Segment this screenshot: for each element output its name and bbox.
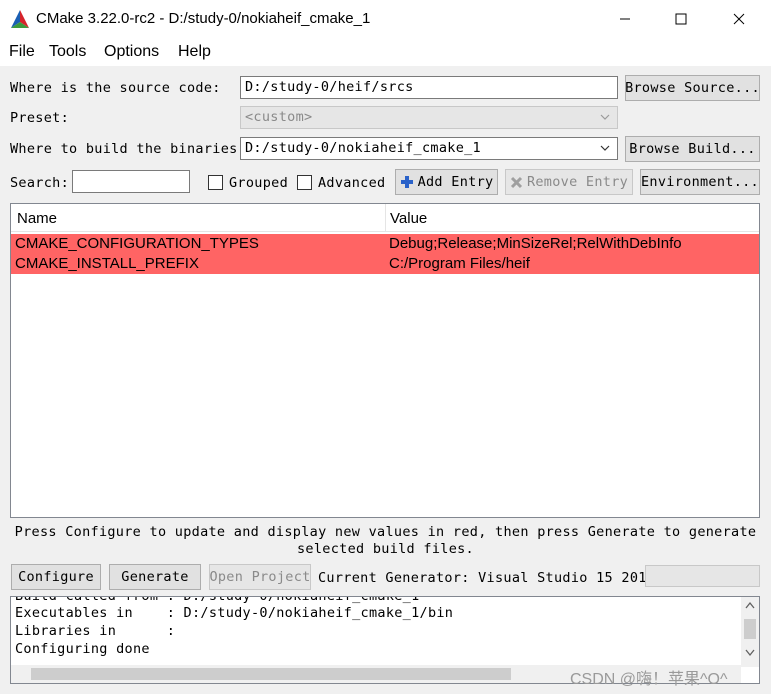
column-header-value[interactable]: Value [390, 210, 427, 227]
cmake-triangle-icon [11, 10, 29, 28]
title-bar: CMake 3.22.0-rc2 - D:/study-0/nokiaheif_… [0, 0, 771, 38]
chevron-down-icon [600, 114, 610, 120]
log-vertical-scrollbar[interactable] [741, 597, 759, 667]
remove-entry-button[interactable]: Remove Entry [505, 169, 633, 195]
environment-button[interactable]: Environment... [640, 169, 760, 195]
menu-bar: File Tools Options Help [0, 38, 771, 66]
remove-entry-label: Remove Entry [526, 174, 629, 190]
browse-build-button[interactable]: Browse Build... [625, 136, 760, 162]
plus-icon [400, 175, 414, 189]
search-label: Search: [10, 175, 69, 191]
source-path-input[interactable]: D:/study-0/heif/srcs [240, 76, 618, 99]
binaries-path-value: D:/study-0/nokiaheif_cmake_1 [245, 140, 481, 156]
add-entry-button[interactable]: Add Entry [395, 169, 498, 195]
hint-line-2: selected build files. [297, 541, 474, 557]
remove-icon [510, 176, 523, 189]
scrollbar-thumb[interactable] [31, 668, 511, 680]
cache-table[interactable]: Name Value CMAKE_CONFIGURATION_TYPES Deb… [10, 203, 760, 518]
close-button[interactable] [716, 0, 762, 38]
log-line: Configuring done [15, 641, 150, 657]
minimize-button[interactable] [602, 0, 648, 38]
column-header-name[interactable]: Name [17, 210, 57, 227]
preset-select[interactable]: <custom> [240, 106, 618, 129]
browse-source-button[interactable]: Browse Source... [625, 75, 760, 101]
entry-value: Debug;Release;MinSizeRel;RelWithDebInfo [389, 235, 682, 252]
maximize-icon [675, 13, 687, 25]
chevron-down-icon[interactable] [745, 649, 755, 657]
grouped-label: Grouped [229, 175, 288, 191]
table-header: Name Value [11, 204, 759, 232]
search-input[interactable] [72, 170, 190, 193]
source-path-value: D:/study-0/heif/srcs [245, 79, 414, 95]
add-entry-label: Add Entry [417, 174, 494, 190]
menu-options[interactable]: Options [104, 43, 159, 61]
menu-tools[interactable]: Tools [49, 43, 86, 61]
source-label: Where is the source code: [10, 80, 221, 96]
maximize-button[interactable] [658, 0, 704, 38]
grouped-checkbox[interactable] [208, 175, 223, 190]
scrollbar-thumb[interactable] [744, 619, 756, 639]
binaries-label: Where to build the binaries: [10, 141, 246, 157]
close-icon [733, 13, 745, 25]
advanced-label: Advanced [318, 175, 386, 191]
current-generator-text: Current Generator: Visual Studio 15 2017 [318, 570, 656, 586]
watermark-text: CSDN @嗨！苹果^O^ [570, 671, 728, 688]
generate-button[interactable]: Generate [109, 564, 201, 590]
preset-label: Preset: [10, 110, 69, 126]
entry-name: CMAKE_INSTALL_PREFIX [15, 255, 199, 272]
menu-help[interactable]: Help [178, 43, 211, 61]
window-title: CMake 3.22.0-rc2 - D:/study-0/nokiaheif_… [36, 10, 371, 27]
binaries-path-select[interactable]: D:/study-0/nokiaheif_cmake_1 [240, 137, 618, 160]
table-row[interactable]: CMAKE_INSTALL_PREFIX C:/Program Files/he… [11, 254, 759, 274]
table-row[interactable]: CMAKE_CONFIGURATION_TYPES Debug;Release;… [11, 234, 759, 254]
entry-value: C:/Program Files/heif [389, 255, 530, 272]
progress-bar [645, 565, 760, 587]
advanced-checkbox[interactable] [297, 175, 312, 190]
chevron-up-icon[interactable] [745, 601, 755, 609]
hint-text: Press Configure to update and display ne… [0, 524, 771, 558]
column-divider[interactable] [385, 204, 386, 232]
open-project-button[interactable]: Open Project [209, 564, 311, 590]
log-line: Libraries in : [15, 623, 176, 639]
minimize-icon [620, 18, 630, 20]
log-line: Executables in : D:/study-0/nokiaheif_cm… [15, 605, 454, 621]
entry-name: CMAKE_CONFIGURATION_TYPES [15, 235, 259, 252]
configure-button[interactable]: Configure [11, 564, 101, 590]
menu-file[interactable]: File [9, 43, 35, 61]
preset-value: <custom> [245, 109, 313, 125]
chevron-down-icon [600, 145, 610, 151]
log-line: Build called from : D:/study-0/nokiaheif… [15, 596, 420, 604]
hint-line-1: Press Configure to update and display ne… [14, 524, 757, 540]
